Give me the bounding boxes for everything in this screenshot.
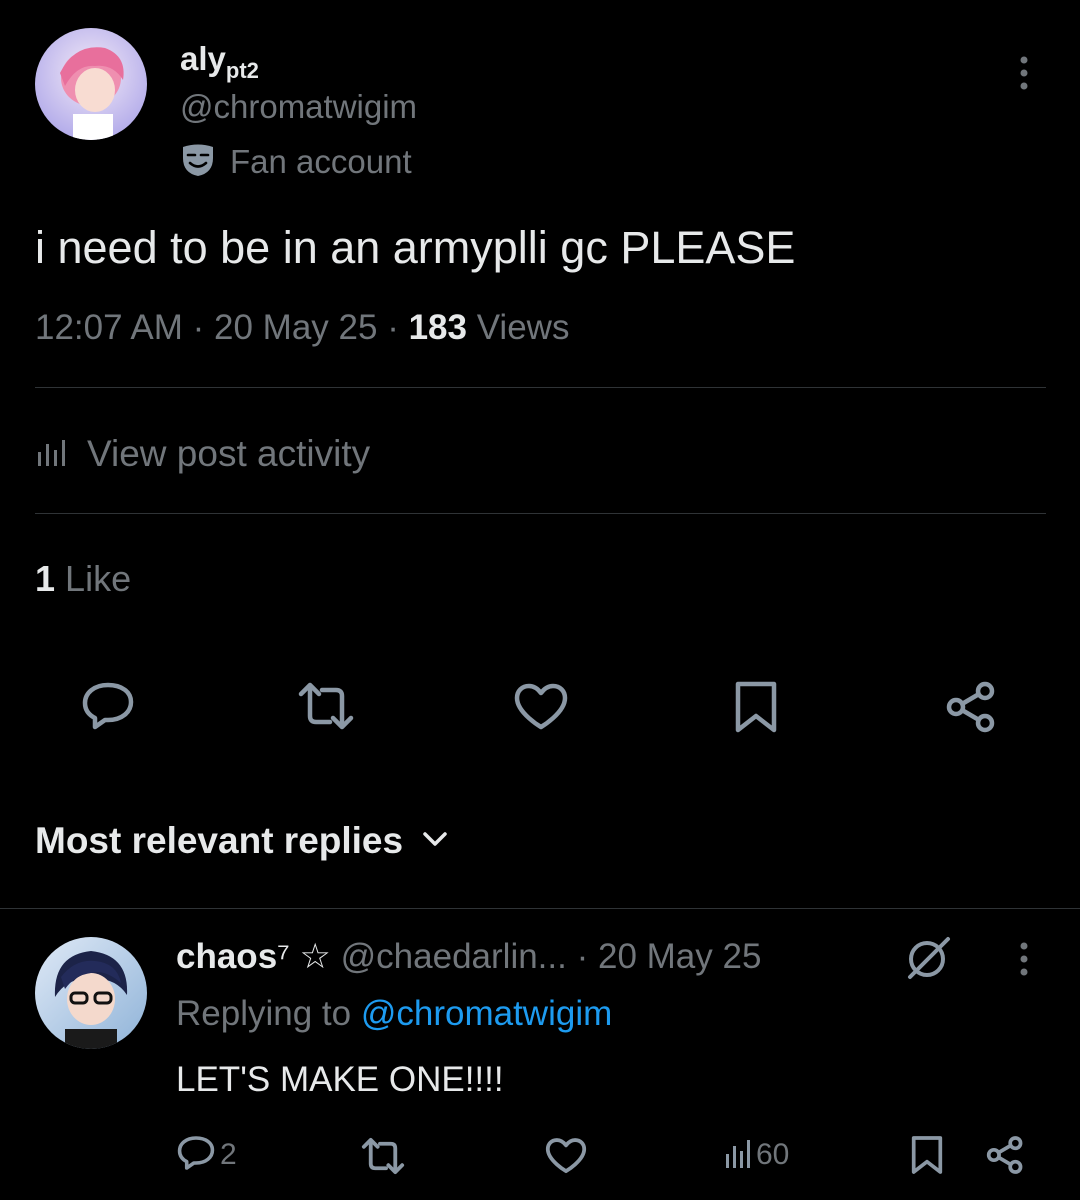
reply-views[interactable]: 60 xyxy=(724,1134,789,1176)
replying-to-label: Replying to xyxy=(176,994,352,1033)
reply-reply-count: 2 xyxy=(220,1138,237,1171)
post-time[interactable]: 12:07 AM xyxy=(35,308,183,347)
author-display-name: aly xyxy=(180,40,226,77)
view-post-activity-link[interactable]: View post activity xyxy=(35,430,370,478)
repost-icon[interactable] xyxy=(296,680,356,732)
reply-bookmark-icon[interactable] xyxy=(910,1135,944,1175)
reply-icon[interactable] xyxy=(80,680,136,732)
replies-sort-label: Most relevant replies xyxy=(35,820,404,861)
chevron-down-icon xyxy=(421,830,449,853)
reply-header: chaos⁷ ☆ @chaedarlin... · 20 May 25 xyxy=(176,937,761,977)
meta-separator: · xyxy=(192,308,215,347)
post-date[interactable]: 20 May 25 xyxy=(214,308,377,347)
reply-views-count: 60 xyxy=(756,1138,790,1171)
reply-author-avatar[interactable] xyxy=(35,937,147,1049)
author-name[interactable]: alypt2 xyxy=(180,40,259,83)
post-text: i need to be in an armyplli gc PLEASE xyxy=(35,222,796,273)
views-label: Views xyxy=(476,308,570,347)
meta-separator: · xyxy=(387,308,409,347)
reply-repost-icon[interactable] xyxy=(360,1136,406,1176)
divider xyxy=(0,908,1080,909)
reply-author-handle[interactable]: @chaedarlin... xyxy=(341,937,567,976)
account-label[interactable]: Fan account xyxy=(180,140,412,184)
replying-to-handle[interactable]: @chromatwigim xyxy=(361,994,612,1033)
reply-share-icon[interactable] xyxy=(985,1135,1025,1175)
reply-name-suffix: ⁷ ☆ xyxy=(277,937,331,976)
replies-sort-dropdown[interactable]: Most relevant replies xyxy=(35,818,449,864)
divider xyxy=(35,513,1046,514)
post-meta: 12:07 AM · 20 May 25 · 183 Views xyxy=(35,308,569,348)
views-count: 183 xyxy=(408,308,467,347)
reply-author-name[interactable]: chaos xyxy=(176,937,277,976)
author-name-subscript: pt2 xyxy=(225,58,259,83)
reply-more-vertical-icon[interactable] xyxy=(1006,941,1042,977)
likes-summary[interactable]: 1 Like xyxy=(35,558,131,600)
likes-label: Like xyxy=(65,558,132,599)
analytics-icon xyxy=(35,438,69,471)
reply-like-icon[interactable] xyxy=(544,1137,588,1175)
likes-count: 1 xyxy=(35,558,56,599)
divider xyxy=(35,387,1046,388)
reply-date[interactable]: · 20 May 25 xyxy=(577,937,762,976)
theater-mask-icon xyxy=(180,142,216,183)
like-icon[interactable] xyxy=(512,682,570,732)
bookmark-icon[interactable] xyxy=(733,680,779,734)
account-label-text: Fan account xyxy=(230,143,412,180)
view-post-activity-label: View post activity xyxy=(87,433,371,474)
analytics-icon xyxy=(724,1138,752,1173)
replying-to: Replying to @chromatwigim xyxy=(176,994,612,1034)
author-avatar[interactable] xyxy=(35,28,147,140)
share-icon[interactable] xyxy=(944,680,998,734)
reply-reply-button[interactable]: 2 xyxy=(176,1134,237,1176)
author-handle[interactable]: @chromatwigim xyxy=(180,88,417,126)
reply-text: LET'S MAKE ONE!!!! xyxy=(176,1060,504,1099)
grok-icon[interactable] xyxy=(904,935,954,981)
reply-icon xyxy=(176,1134,216,1177)
more-vertical-icon[interactable] xyxy=(1006,55,1042,91)
